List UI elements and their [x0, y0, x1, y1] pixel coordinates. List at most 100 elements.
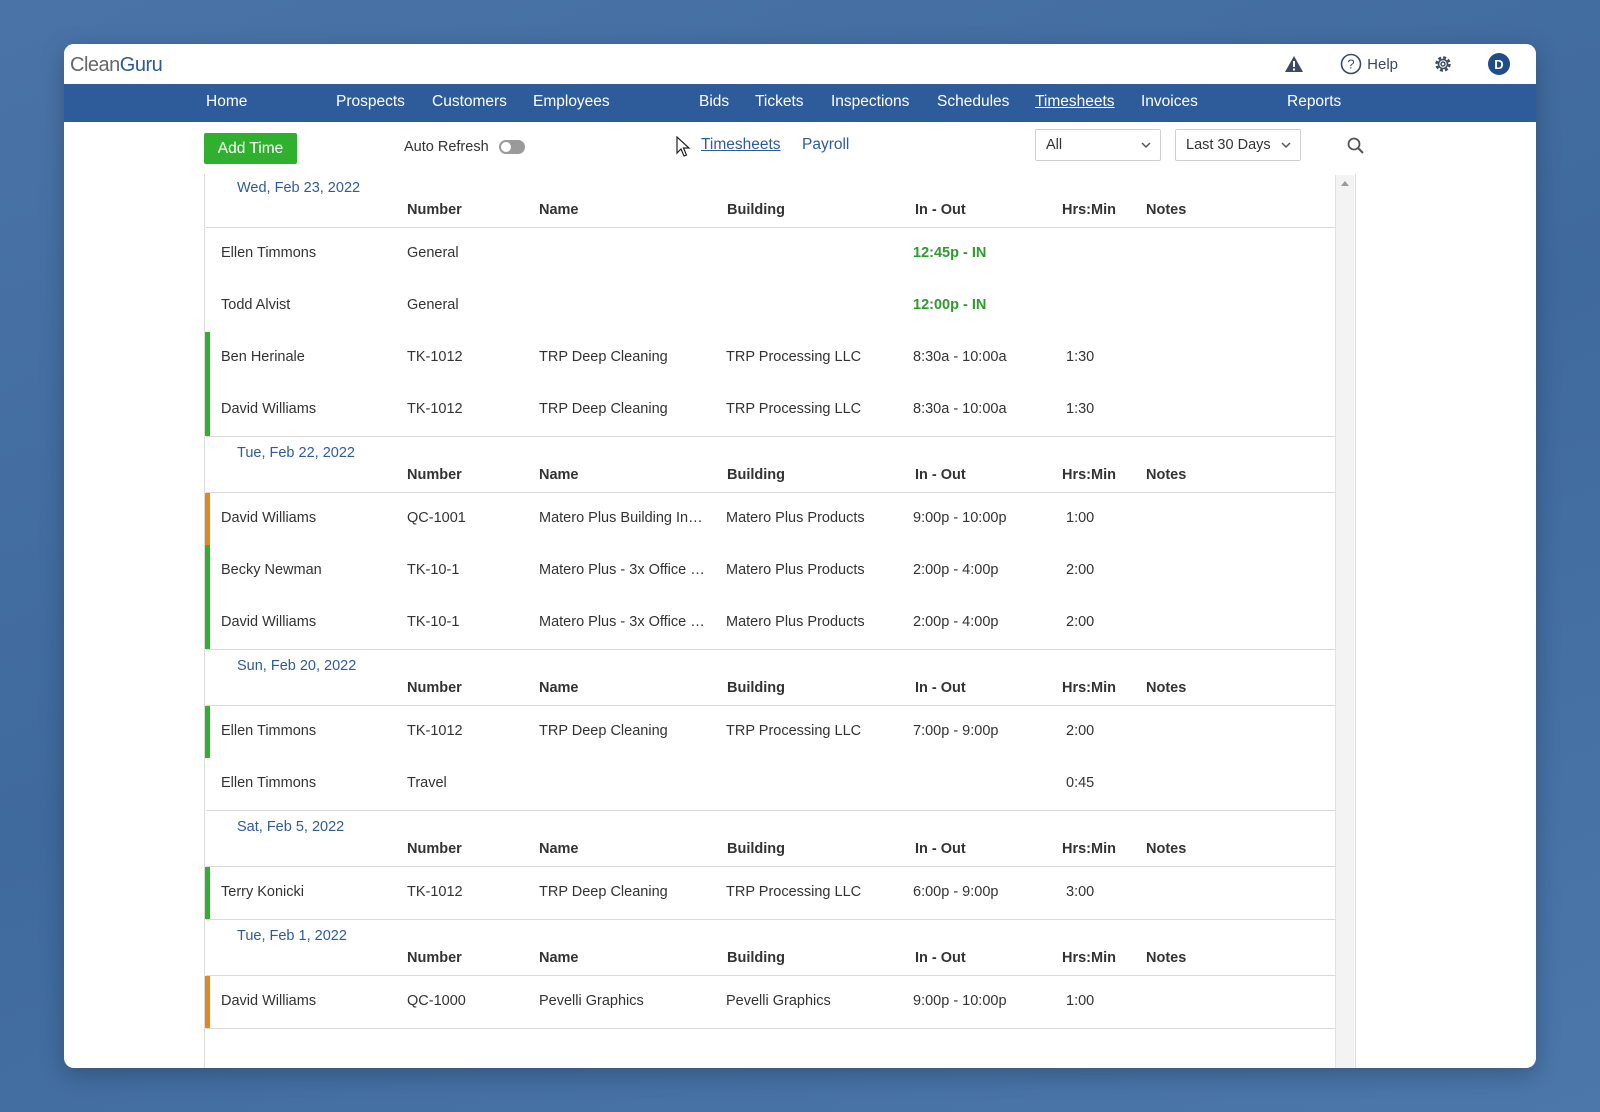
add-time-button[interactable]: Add Time: [204, 133, 297, 164]
cell-number: TK-1012: [407, 349, 463, 365]
cell-number: TK-10-1: [407, 562, 460, 578]
top-bar: CleanGuru ? Help D: [64, 44, 1536, 84]
table-row[interactable]: Ellen Timmons General 12:45p - IN: [205, 228, 1336, 280]
app-window: CleanGuru ? Help D Home Prospects Customer…: [64, 44, 1536, 1068]
cell-name: Matero Plus - 3x Office …: [539, 614, 705, 630]
help-icon: ?: [1340, 53, 1362, 75]
cell-inout: 7:00p - 9:00p: [913, 723, 999, 739]
cell-number: TK-10-1: [407, 614, 460, 630]
cell-number: QC-1001: [407, 510, 466, 526]
table-row[interactable]: Ellen Timmons Travel 0:45: [205, 758, 1336, 810]
nav-item-tickets[interactable]: Tickets: [755, 93, 804, 111]
cell-building: TRP Processing LLC: [726, 401, 862, 417]
status-bar: [205, 867, 210, 919]
group-date: Tue, Feb 1, 2022: [237, 928, 347, 944]
help-button[interactable]: ? Help: [1340, 53, 1398, 75]
column-header-number: Number: [407, 680, 462, 696]
filter-select[interactable]: All: [1035, 129, 1161, 161]
cell-building: Matero Plus Products: [726, 562, 865, 578]
auto-refresh-toggle[interactable]: [498, 140, 525, 154]
nav-item-timesheets[interactable]: Timesheets: [1035, 93, 1115, 111]
gear-icon[interactable]: [1432, 53, 1454, 75]
status-bar: [205, 332, 210, 384]
column-header-building: Building: [727, 680, 785, 696]
cell-employee: Becky Newman: [221, 562, 322, 578]
column-header-number: Number: [407, 950, 462, 966]
cell-number: TK-1012: [407, 723, 463, 739]
status-bar: [205, 976, 210, 1028]
column-header-building: Building: [727, 950, 785, 966]
cell-building: Matero Plus Products: [726, 510, 865, 526]
group-date: Tue, Feb 22, 2022: [237, 445, 355, 461]
cell-name: Matero Plus Building In…: [539, 510, 703, 526]
cell-employee: Ben Herinale: [221, 349, 305, 365]
table-row[interactable]: David Williams TK-10-1 Matero Plus - 3x Of…: [205, 597, 1336, 649]
table-row[interactable]: Todd Alvist General 12:00p - IN: [205, 280, 1336, 332]
nav-item-home[interactable]: Home: [206, 93, 247, 111]
avatar[interactable]: D: [1488, 53, 1510, 75]
cell-inout: 9:00p - 10:00p: [913, 993, 1007, 1009]
chevron-down-icon: [1280, 138, 1292, 156]
group-date: Wed, Feb 23, 2022: [237, 180, 361, 196]
cell-hrs: 2:00: [1066, 723, 1095, 739]
column-header-building: Building: [727, 202, 785, 218]
tab-timesheets[interactable]: Timesheets: [701, 136, 781, 154]
warning-icon[interactable]: [1284, 55, 1304, 73]
cell-name: TRP Deep Cleaning: [539, 884, 668, 900]
tab-payroll[interactable]: Payroll: [802, 136, 849, 154]
table-row[interactable]: Becky Newman TK-10-1 Matero Plus - 3x Offi…: [205, 545, 1336, 597]
table-row[interactable]: David Williams TK-1012 TRP Deep Cleaning TR…: [205, 384, 1336, 436]
cell-number: Travel: [407, 775, 447, 791]
app-logo[interactable]: CleanGuru: [70, 54, 163, 77]
cell-inout: 8:30a - 10:00a: [913, 401, 1007, 417]
cell-building: TRP Processing LLC: [726, 884, 862, 900]
cell-hrs: 3:00: [1066, 884, 1095, 900]
auto-refresh-label: Auto Refresh: [404, 139, 489, 155]
nav-item-bids[interactable]: Bids: [699, 93, 729, 111]
cell-employee: David Williams: [221, 993, 317, 1009]
nav-item-invoices[interactable]: Invoices: [1141, 93, 1198, 111]
nav-item-customers[interactable]: Customers: [432, 93, 507, 111]
cell-inout: 12:00p - IN: [913, 297, 987, 313]
scrollbar[interactable]: [1335, 175, 1354, 1068]
table-row[interactable]: Terry Konicki TK-1012 TRP Deep Cleaning TRP…: [205, 867, 1336, 919]
status-bar: [205, 597, 210, 649]
cell-inout: 2:00p - 4:00p: [913, 614, 999, 630]
group-divider: [206, 810, 1337, 811]
cell-name: Matero Plus - 3x Office …: [539, 562, 705, 578]
nav-item-reports[interactable]: Reports: [1287, 93, 1341, 111]
mouse-cursor-icon: [676, 135, 692, 163]
status-bar: [205, 545, 210, 597]
search-icon[interactable]: [1346, 136, 1366, 161]
cell-hrs: 2:00: [1066, 614, 1095, 630]
table-row[interactable]: Ben Herinale TK-1012 TRP Deep Cleaning TRP …: [205, 332, 1336, 384]
cell-name: TRP Deep Cleaning: [539, 723, 668, 739]
timesheet-list: Wed, Feb 23, 2022 Number Name Building In - …: [204, 174, 1356, 1068]
nav-item-schedules[interactable]: Schedules: [937, 93, 1009, 111]
column-header-name: Name: [539, 950, 579, 966]
cell-name: Pevelli Graphics: [539, 993, 644, 1009]
nav-item-prospects[interactable]: Prospects: [336, 93, 405, 111]
column-header-notes: Notes: [1146, 467, 1187, 483]
table-row[interactable]: David Williams QC-1000 Pevelli Graphics Pev…: [205, 976, 1336, 1028]
group-divider: [206, 919, 1337, 920]
cell-building: TRP Processing LLC: [726, 723, 862, 739]
cell-hrs: 1:30: [1066, 349, 1095, 365]
group-date: Sat, Feb 5, 2022: [237, 819, 345, 835]
scroll-up-arrow-icon[interactable]: [1341, 181, 1349, 186]
cell-building: Pevelli Graphics: [726, 993, 831, 1009]
column-header-in-out: In - Out: [915, 950, 966, 966]
date-range-value: Last 30 Days: [1186, 137, 1271, 153]
table-row[interactable]: Ellen Timmons TK-1012 TRP Deep Cleaning TRP…: [205, 706, 1336, 758]
date-range-select[interactable]: Last 30 Days: [1175, 129, 1301, 161]
nav-item-inspections[interactable]: Inspections: [831, 93, 909, 111]
cell-hrs: 0:45: [1066, 775, 1095, 791]
cell-employee: David Williams: [221, 510, 317, 526]
nav-item-employees[interactable]: Employees: [533, 93, 610, 111]
column-header-building: Building: [727, 467, 785, 483]
table-row[interactable]: David Williams QC-1001 Matero Plus Buildin…: [205, 493, 1336, 545]
cell-building: TRP Processing LLC: [726, 349, 862, 365]
column-header-hrs-min: Hrs:Min: [1062, 950, 1116, 966]
cell-inout: 12:45p - IN: [913, 245, 987, 261]
help-label: Help: [1367, 55, 1398, 73]
